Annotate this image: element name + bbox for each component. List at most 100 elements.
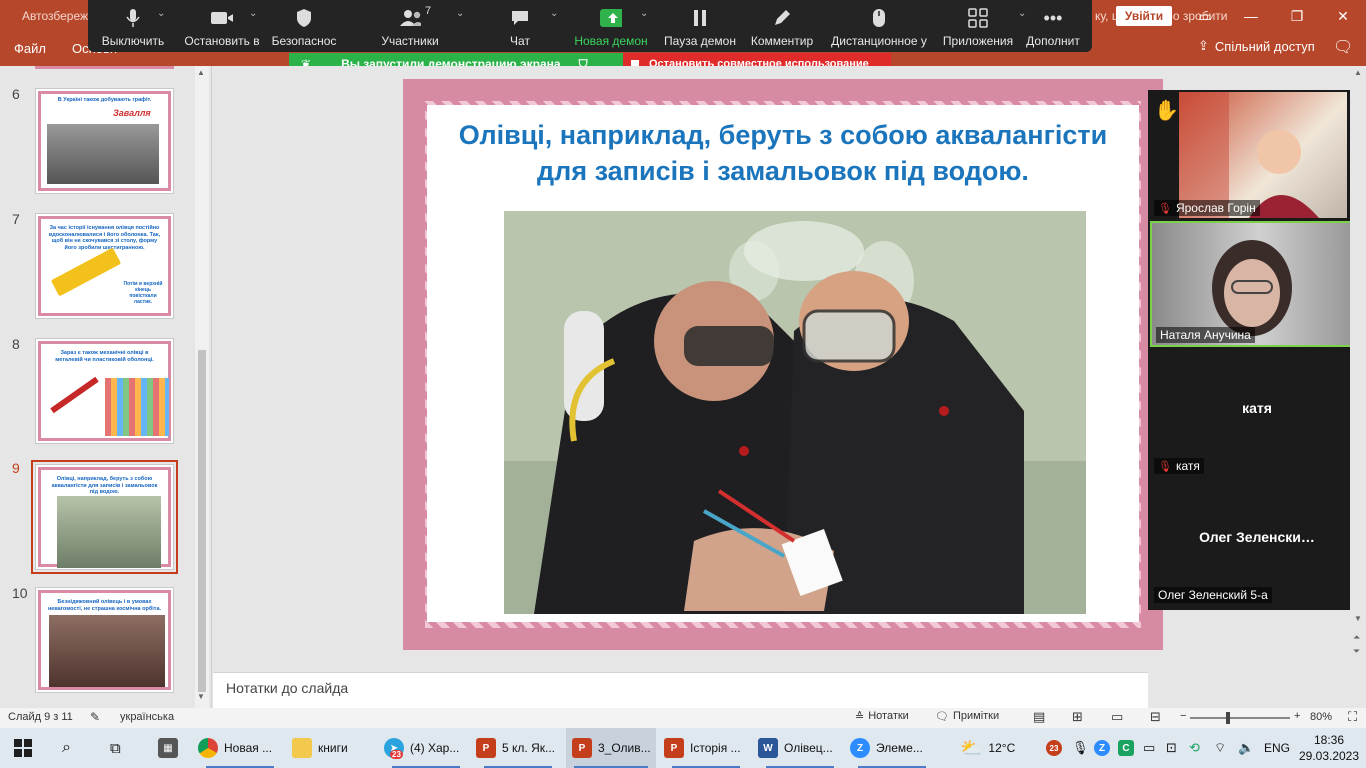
share-button[interactable]: ⇪ Спільний доступ — [1198, 38, 1315, 54]
scroll-up-icon[interactable]: ▲ — [197, 68, 205, 77]
slide-title[interactable]: Олівці, наприклад, беруть з собою аквала… — [443, 117, 1123, 190]
notes-toggle-button[interactable]: ≙ Нотатки — [855, 710, 909, 723]
more-button[interactable]: ••• Дополнит — [1020, 0, 1086, 52]
slide-thumb-9[interactable]: Олівці, наприклад, беруть з собою аквала… — [31, 460, 178, 574]
taskbar-item-books[interactable]: книги — [292, 728, 376, 768]
slide-thumb-8[interactable]: Зараз є також механічні олівці в металев… — [35, 338, 174, 444]
zoom-out-button[interactable]: − — [1180, 710, 1186, 722]
scroll-down-icon[interactable]: ▼ — [1354, 614, 1362, 623]
pause-share-button[interactable]: Пауза демон — [660, 0, 740, 52]
thumb-label: Потім в верхній кінець повісткали ластик… — [123, 281, 163, 305]
chevron-down-icon[interactable]: ⌄ — [456, 8, 464, 19]
thumbnails-scrollbar[interactable]: ▲ ▼ — [195, 66, 209, 708]
divers-photo[interactable] — [504, 211, 1086, 614]
stop-video-label: Остановить в — [184, 34, 260, 48]
slide-thumb-6[interactable]: В Україні також добувають графіт. Завалл… — [35, 88, 174, 194]
task-view-icon[interactable]: ⧉ — [110, 728, 121, 768]
taskbar-item-ppt-5kl[interactable]: P 5 кл. Як... — [476, 728, 560, 768]
language-indicator[interactable]: ENG — [1264, 728, 1290, 768]
chevron-down-icon[interactable]: ⌄ — [550, 8, 558, 19]
scroll-thumb[interactable] — [198, 350, 206, 692]
comments-button[interactable]: 🗨 Примітки — [935, 710, 999, 723]
normal-view-icon[interactable]: ▤ — [1033, 709, 1045, 725]
taskbar-item-ppt-history[interactable]: P Історія ... — [664, 728, 748, 768]
zoom-slider[interactable] — [1190, 712, 1290, 724]
slide-sorter-icon[interactable]: ⊞ — [1072, 709, 1083, 725]
taskbar-item-telegram[interactable]: ➤ 23 (4) Хар... — [384, 728, 468, 768]
wifi-icon[interactable]: ⌔ — [1214, 728, 1226, 768]
chat-button[interactable]: Чат — [492, 0, 548, 52]
comment-icon[interactable]: 🗨 — [1333, 37, 1353, 57]
video-tile-oleg[interactable]: Олег Зеленски… Олег Зеленский 5-а — [1150, 479, 1364, 605]
slide-number: 7 — [12, 211, 20, 227]
next-slide-icon[interactable]: ⏷ — [1353, 646, 1360, 657]
scroll-up-icon[interactable]: ▲ — [1354, 68, 1362, 77]
tray-battery-icon[interactable]: ▭ — [1143, 728, 1155, 768]
mechanical-pencil-image — [50, 376, 99, 414]
current-slide[interactable]: Олівці, наприклад, беруть з собою аквала… — [403, 79, 1163, 650]
notes-icon: ≙ — [855, 711, 865, 723]
participants-button[interactable]: Участники — [378, 0, 442, 52]
fit-to-window-icon[interactable]: ⛶ — [1348, 709, 1357, 725]
ribbon-display-icon[interactable]: ▭ — [1182, 0, 1228, 32]
divers-illustration — [504, 211, 1086, 614]
security-button[interactable]: Безопаснос — [272, 0, 336, 52]
reading-view-icon[interactable]: ▭ — [1111, 709, 1123, 725]
language-indicator[interactable]: українська — [120, 711, 174, 723]
restore-icon[interactable]: ❐ — [1274, 0, 1320, 32]
taskbar-item-word[interactable]: W Олівец... — [758, 728, 842, 768]
prev-slide-icon[interactable]: ⏶ — [1353, 632, 1360, 643]
new-share-button[interactable]: Новая демон — [572, 0, 650, 52]
taskbar-item-chrome[interactable]: Новая ... — [198, 728, 282, 768]
slide-number: 8 — [12, 336, 20, 352]
chevron-down-icon[interactable]: ⌄ — [249, 8, 257, 19]
tray-mic-icon[interactable]: 🎙 — [1072, 728, 1089, 768]
video-tile-katya[interactable]: катя 🎙 катя — [1150, 350, 1364, 476]
tab-file[interactable]: Файл — [14, 41, 46, 56]
word-icon: W — [758, 738, 778, 758]
taskbar-label: Новая ... — [224, 741, 273, 755]
spellcheck-icon[interactable]: ✎ — [90, 710, 100, 724]
editor-scrollbar[interactable]: ▲ ▼ ⏶ ⏷ — [1350, 66, 1366, 708]
zoom-level[interactable]: 80% — [1310, 711, 1332, 723]
chrome-icon — [198, 738, 218, 758]
apps-button[interactable]: Приложения — [940, 0, 1016, 52]
minimize-icon[interactable]: — — [1228, 0, 1274, 32]
close-icon[interactable]: ✕ — [1320, 0, 1366, 32]
microphone-icon — [122, 8, 144, 28]
tray-app-badge[interactable]: 23 — [1046, 728, 1062, 768]
powerpoint-icon: P — [572, 738, 592, 758]
notes-pane[interactable]: Нотатки до слайда — [213, 672, 1148, 708]
slide-thumb-10[interactable]: Безнідяжовний олівець і в умовах невагом… — [35, 587, 174, 693]
weather-widget[interactable]: ⛅ 12°C — [960, 728, 1015, 768]
zoom-in-button[interactable]: + — [1294, 710, 1300, 722]
login-button[interactable]: Увійти — [1116, 6, 1172, 26]
autosave-label[interactable]: Автозбереж — [22, 9, 88, 23]
tray-zoom-icon[interactable]: Z — [1094, 728, 1110, 768]
thumb-photo — [47, 124, 159, 184]
taskbar-item-zoom[interactable]: Z Элеме... — [850, 728, 934, 768]
clock-time: 18:36 — [1313, 733, 1345, 747]
tray-network-icon[interactable]: ⊡ — [1166, 728, 1177, 768]
calculator-icon[interactable]: ▦ — [158, 728, 184, 768]
zoom-slider-thumb[interactable] — [1226, 712, 1230, 724]
annotate-button[interactable]: Комментир — [744, 0, 820, 52]
video-tile-yaroslav[interactable]: ✋ 🎙 Ярослав Горін — [1150, 92, 1364, 218]
volume-icon[interactable]: 🔈 — [1238, 728, 1254, 768]
mute-label: Выключить — [101, 34, 165, 48]
clock[interactable]: 18:36 29.03.2023 — [1298, 732, 1360, 764]
remote-control-button[interactable]: Дистанционное у — [826, 0, 932, 52]
slideshow-icon[interactable]: ⊟ — [1150, 709, 1161, 725]
tray-app-icon[interactable]: C — [1118, 728, 1134, 768]
chevron-down-icon[interactable]: ⌄ — [157, 8, 165, 19]
start-button[interactable] — [14, 728, 32, 768]
tray-sync-icon[interactable]: ⟲ — [1189, 728, 1200, 768]
taskbar-item-ppt-olivtsi[interactable]: P 3_Олив... — [566, 728, 656, 768]
new-share-label: Новая демон — [574, 34, 648, 48]
thumb-frame: Олівці, наприклад, беруть з собою аквала… — [38, 467, 171, 568]
video-tile-natalia[interactable]: Наталя Анучина — [1150, 221, 1364, 347]
chevron-down-icon[interactable]: ⌄ — [640, 8, 648, 19]
slide-thumb-7[interactable]: За час історії існування олівця постійно… — [35, 213, 174, 319]
search-icon[interactable]: ⌕ — [62, 728, 71, 768]
scroll-down-icon[interactable]: ▼ — [197, 692, 205, 701]
